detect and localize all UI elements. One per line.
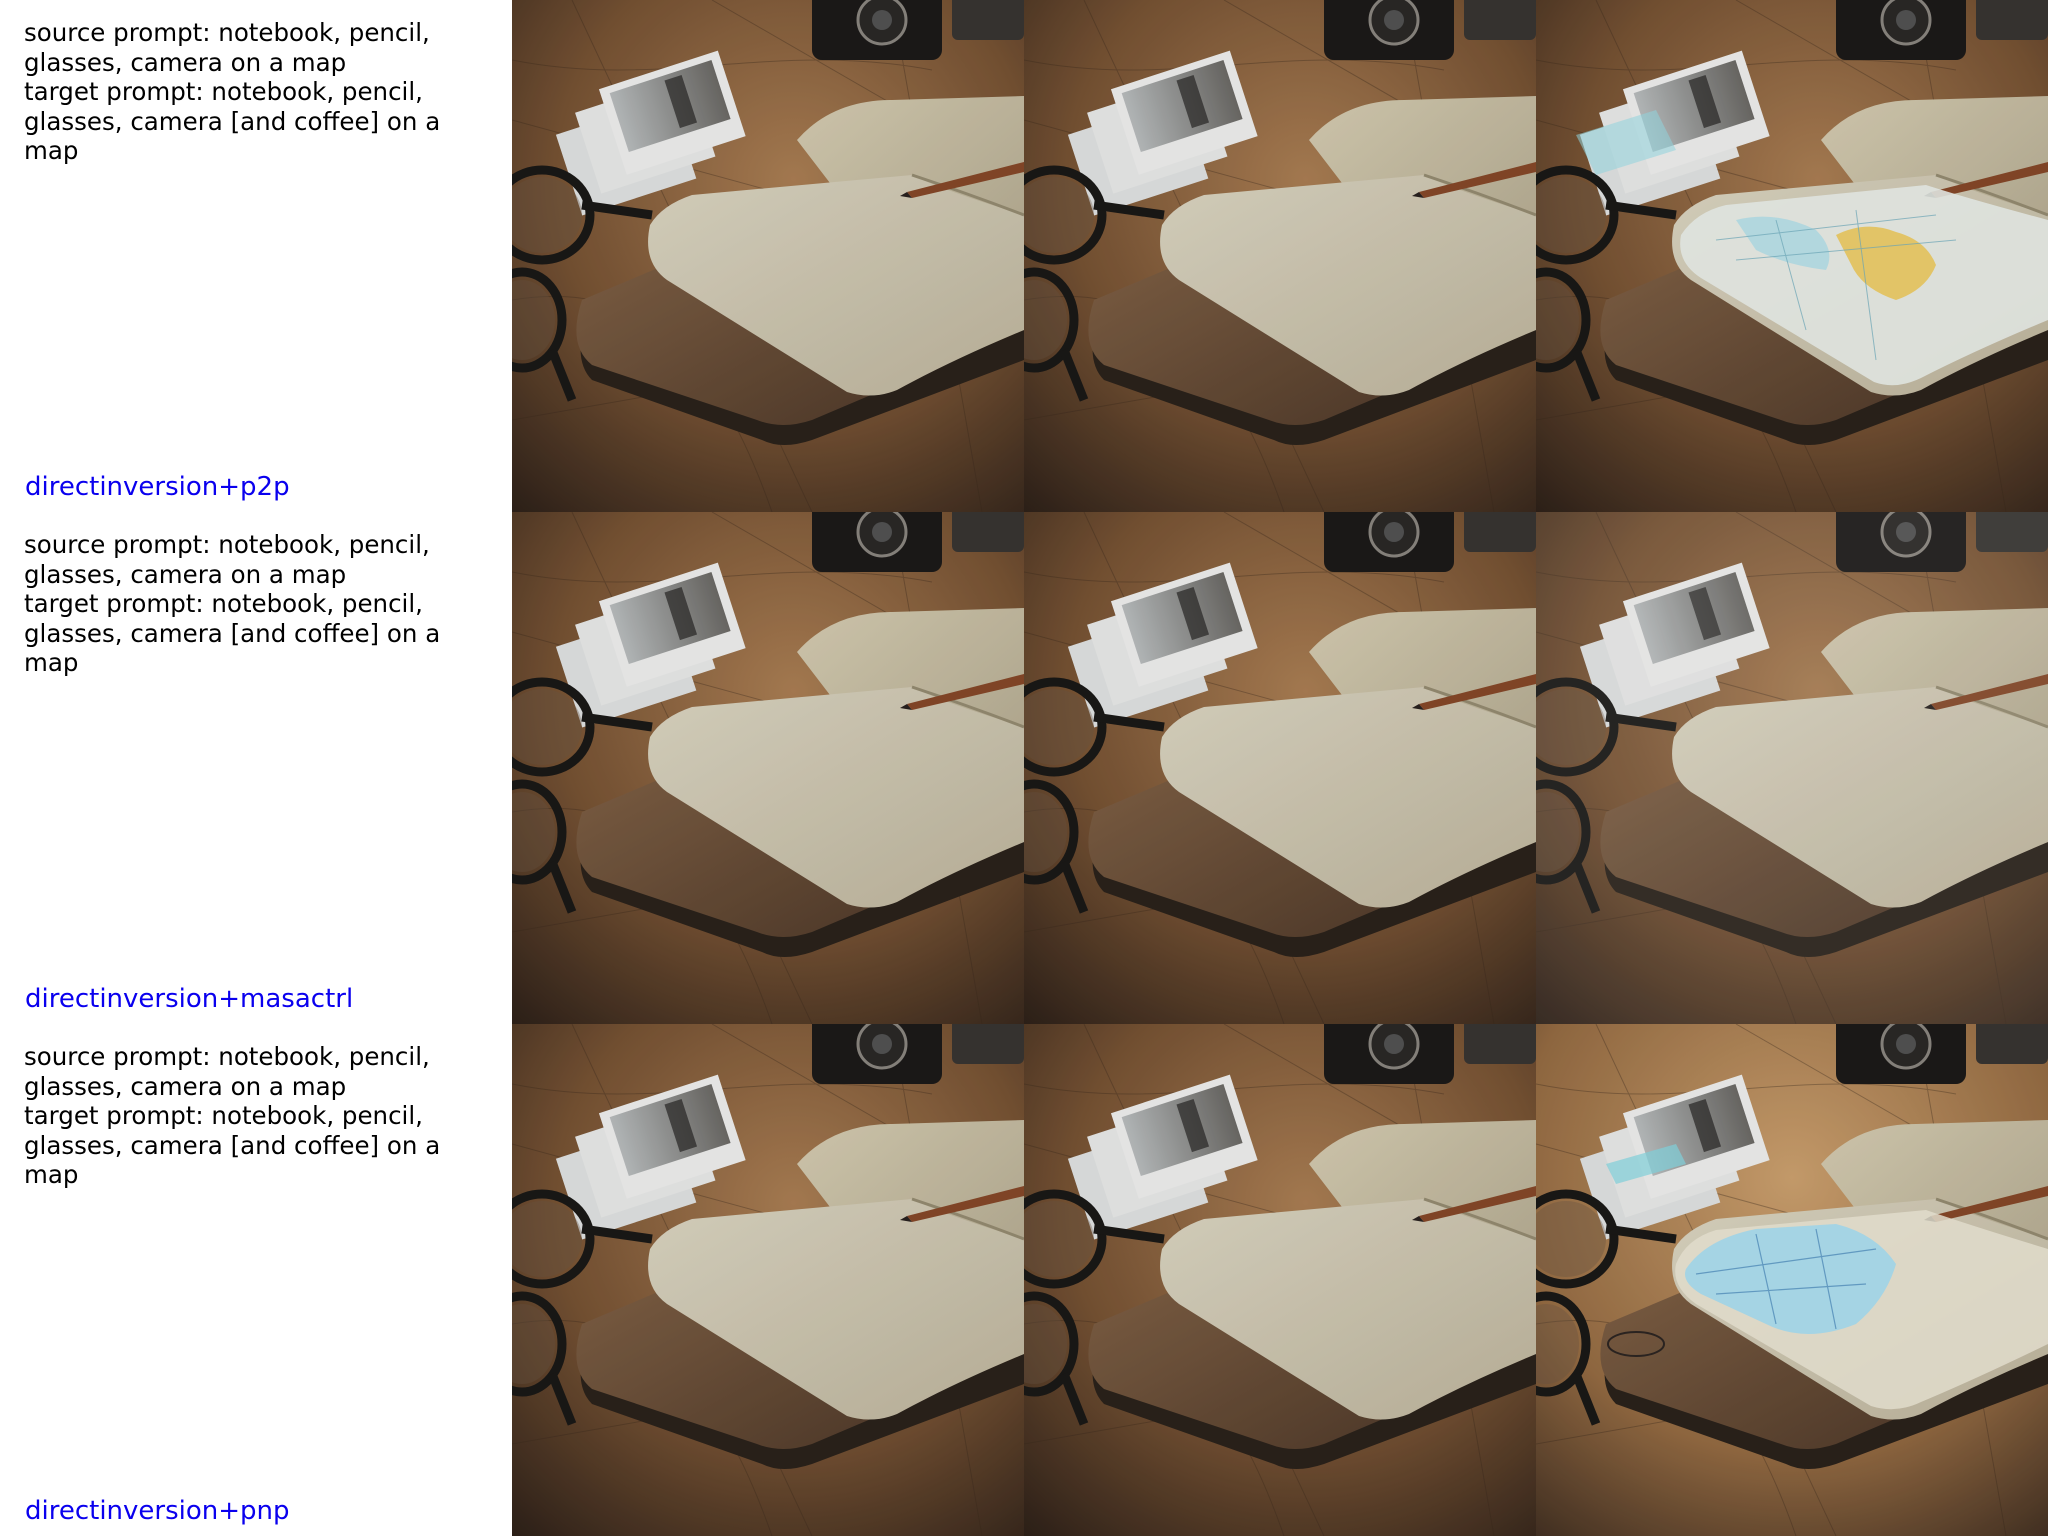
result-row-masactrl: source prompt: notebook, pencil, glasses… [0, 512, 2048, 1024]
reconstruction-image [1024, 512, 1536, 1024]
prompt-text: source prompt: notebook, pencil, glasses… [24, 1042, 464, 1190]
source-image [512, 0, 1024, 512]
target-prompt: target prompt: notebook, pencil, glasses… [24, 77, 441, 165]
edited-image [1536, 0, 2048, 512]
source-image [512, 1024, 1024, 1536]
notebook-photo [1024, 0, 1536, 512]
notebook-photo [1536, 0, 2048, 512]
notebook-photo [1024, 1024, 1536, 1536]
row-label-panel: source prompt: notebook, pencil, glasses… [0, 512, 512, 1024]
prompt-text: source prompt: notebook, pencil, glasses… [24, 530, 464, 678]
source-prompt: source prompt: notebook, pencil, glasses… [24, 18, 430, 77]
row-label-panel: source prompt: notebook, pencil, glasses… [0, 0, 512, 512]
reconstruction-image [1024, 1024, 1536, 1536]
method-label: directinversion+masactrl [25, 984, 354, 1014]
target-prompt: target prompt: notebook, pencil, glasses… [24, 589, 441, 677]
notebook-photo [512, 0, 1024, 512]
row-label-panel: source prompt: notebook, pencil, glasses… [0, 1024, 512, 1536]
prompt-text: source prompt: notebook, pencil, glasses… [24, 18, 464, 166]
notebook-photo [1536, 1024, 2048, 1536]
comparison-grid: source prompt: notebook, pencil, glasses… [0, 0, 2048, 1536]
result-row-pnp: source prompt: notebook, pencil, glasses… [0, 1024, 2048, 1536]
notebook-photo [1536, 512, 2048, 1024]
edited-image [1536, 512, 2048, 1024]
notebook-photo [512, 1024, 1024, 1536]
method-label: directinversion+pnp [25, 1496, 290, 1526]
reconstruction-image [1024, 0, 1536, 512]
source-prompt: source prompt: notebook, pencil, glasses… [24, 1042, 430, 1101]
result-row-p2p: source prompt: notebook, pencil, glasses… [0, 0, 2048, 512]
notebook-photo [1024, 512, 1536, 1024]
source-prompt: source prompt: notebook, pencil, glasses… [24, 530, 430, 589]
source-image [512, 512, 1024, 1024]
method-label: directinversion+p2p [25, 472, 290, 502]
notebook-photo [512, 512, 1024, 1024]
target-prompt: target prompt: notebook, pencil, glasses… [24, 1101, 441, 1189]
edited-image [1536, 1024, 2048, 1536]
